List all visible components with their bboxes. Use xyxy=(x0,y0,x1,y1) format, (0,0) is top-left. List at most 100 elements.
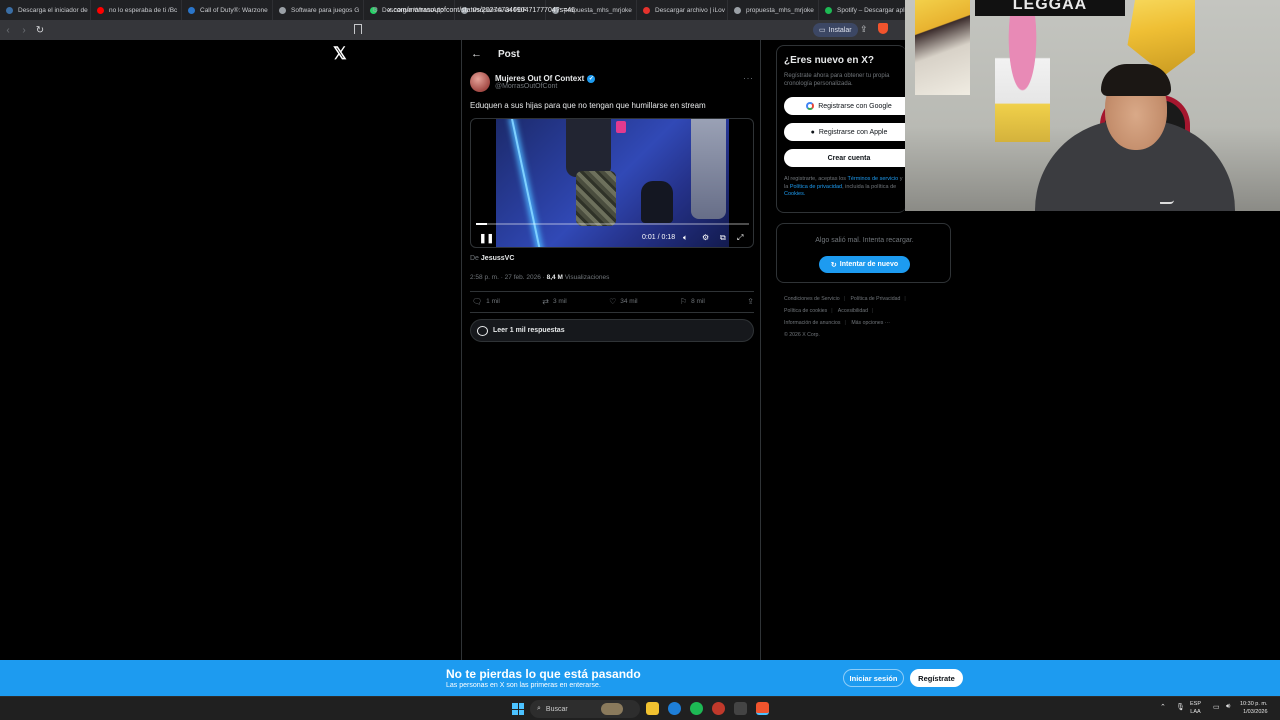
back-button[interactable]: ‹ xyxy=(0,22,16,38)
apple-label: Registrarse con Apple xyxy=(818,128,888,136)
cookies-link[interactable]: Cookies. xyxy=(784,191,805,197)
post-header: ← Post xyxy=(462,46,520,62)
post-timestamp[interactable]: 2:58 p. m. · 27 feb. 2026 · xyxy=(470,274,545,281)
footer-separator: | xyxy=(872,308,874,314)
search-icon: ⌕ xyxy=(537,705,541,712)
repost-count: 3 mil xyxy=(552,298,567,305)
video-frame xyxy=(496,119,729,247)
pause-icon[interactable]: ❚❚ xyxy=(479,233,494,244)
reply-button[interactable]: 🗨︎ 1 mil xyxy=(472,297,500,306)
chrome-icon[interactable] xyxy=(712,702,725,715)
settings-icon[interactable]: ⚙ xyxy=(702,233,709,242)
browser-tab[interactable]: Call of Duty®: Warzone xyxy=(182,0,273,20)
fullscreen-icon[interactable]: ⤢ xyxy=(737,233,743,243)
language-indicator[interactable]: ESP LAA xyxy=(1190,700,1201,716)
microphone-icon[interactable]: 🎙︎ xyxy=(1176,703,1185,711)
repost-button[interactable]: ⇄ 3 mil xyxy=(542,297,566,306)
bookmark-icon[interactable] xyxy=(354,24,362,34)
register-button[interactable]: Regístrate xyxy=(910,669,963,687)
poster-art xyxy=(995,12,1050,142)
windows-start-icon[interactable] xyxy=(512,703,524,715)
views-label: Visualizaciones xyxy=(564,274,610,281)
volume-icon[interactable]: 🔈︎ xyxy=(683,233,688,243)
read-replies-button[interactable]: Leer 1 mil respuestas xyxy=(470,319,754,342)
taskbar-clock[interactable]: 10:30 p. m. 1/03/2026 xyxy=(1240,700,1268,716)
author-name[interactable]: Mujeres Out Of Context xyxy=(495,74,584,83)
retry-button[interactable]: ↻ Intentar de nuevo xyxy=(819,256,910,273)
divider xyxy=(470,312,754,313)
search-placeholder: Buscar xyxy=(545,705,568,713)
browser-tab[interactable]: Descarga el iniciador de xyxy=(0,0,91,20)
signup-google-button[interactable]: Registrarse con Google xyxy=(784,97,914,115)
brave-icon[interactable] xyxy=(756,702,769,715)
signup-subtitle: Regístrate ahora para obtener tu propia … xyxy=(784,73,890,87)
edge-icon[interactable] xyxy=(668,702,681,715)
footer-separator: | xyxy=(831,308,833,314)
footer-link[interactable]: Política de cookies xyxy=(784,308,827,314)
from-prefix: De xyxy=(470,255,479,262)
signup-apple-button[interactable]: ● Registrarse con Apple xyxy=(784,123,914,141)
login-banner: No te pierdas lo que está pasando Las pe… xyxy=(0,660,1280,696)
video-figure xyxy=(576,171,616,226)
picture-in-picture-icon[interactable]: ⧉ xyxy=(720,233,726,243)
site-info-icon[interactable]: ⚙ xyxy=(372,6,380,14)
calculator-icon[interactable] xyxy=(734,702,747,715)
brave-shield-icon[interactable] xyxy=(878,23,888,34)
more-options-link[interactable]: Más opciones ··· xyxy=(851,320,890,326)
reply-count: 1 mil xyxy=(486,298,500,305)
footer-link[interactable]: Accesibilidad xyxy=(838,308,868,314)
terms-link[interactable]: Términos de servicio xyxy=(848,176,899,182)
avatar[interactable] xyxy=(470,72,490,92)
browser-tab[interactable]: Software para juegos G xyxy=(273,0,364,20)
footer-links: Condiciones de Servicio | Política de Pri… xyxy=(784,293,954,341)
signup-legal: Al registrarte, aceptas los Términos de … xyxy=(784,176,908,199)
back-arrow-icon[interactable]: ← xyxy=(471,48,485,60)
share-button[interactable]: ⇪ xyxy=(747,297,754,306)
file-explorer-icon[interactable] xyxy=(646,702,659,715)
address-bar[interactable]: ⚙ x.com/morrasoutofcont/status/202747346… xyxy=(372,2,852,18)
like-count: 34 mil xyxy=(620,298,638,305)
retry-label: Intentar de nuevo xyxy=(839,261,899,268)
video-light-beam xyxy=(511,119,545,247)
bookmark-button[interactable]: ⚐ 8 mil xyxy=(680,297,705,306)
author-name-row[interactable]: Mujeres Out Of Context ✓ xyxy=(495,74,596,83)
footer-link[interactable]: Condiciones de Servicio xyxy=(784,296,840,302)
reply-icon: 🗨︎ xyxy=(472,297,483,306)
search-highlight-icon xyxy=(600,703,623,715)
more-options-icon[interactable]: ··· xyxy=(743,73,754,83)
read-replies-label: Leer 1 mil respuestas xyxy=(493,327,565,334)
taskbar-search[interactable]: ⌕ Buscar xyxy=(530,700,640,718)
install-app-button[interactable]: ▭ Instalar xyxy=(813,23,858,37)
browser-tab[interactable]: no lo esperaba de ti /Bc xyxy=(91,0,182,20)
verified-badge-icon: ✓ xyxy=(587,74,596,83)
share-icon[interactable]: ⇪ xyxy=(860,24,868,35)
divider xyxy=(470,291,754,292)
language-code: ESP xyxy=(1190,701,1202,707)
create-account-button[interactable]: Crear cuenta xyxy=(784,149,914,167)
post-author[interactable]: Mujeres Out Of Context ✓ @MorrasOutOfCon… xyxy=(470,72,596,92)
banner-title: No te pierdas lo que está pasando xyxy=(446,667,641,681)
tray-chevron-icon[interactable]: ⌃ xyxy=(1160,703,1166,711)
volume-icon[interactable]: 🔊︎ xyxy=(1226,703,1230,711)
webcam-overlay: LEGGAA xyxy=(905,0,1280,211)
video-figure xyxy=(566,119,611,177)
privacy-link[interactable]: Política de privacidad xyxy=(790,184,842,190)
footer-link[interactable]: Política de Privacidad xyxy=(850,296,900,302)
reload-button[interactable]: ↻ xyxy=(32,22,48,38)
windows-taskbar: ⌕ Buscar ⌃ 🎙︎ ESP LAA ▭ 🔊︎ 10:30 p. m. 1… xyxy=(0,696,1280,720)
speech-bubble-icon xyxy=(477,325,488,336)
video-player[interactable]: ❚❚ 0:01 / 0:18 🔈︎ ⚙ ⧉ ⤢ xyxy=(470,118,754,248)
legal-mid: , incluida la política de xyxy=(842,183,897,190)
spotify-icon[interactable] xyxy=(690,702,703,715)
repost-icon: ⇄ xyxy=(542,297,549,306)
network-icon[interactable]: ▭ xyxy=(1213,703,1220,711)
forward-button[interactable]: › xyxy=(16,22,32,38)
video-figure xyxy=(641,181,673,223)
from-user-link[interactable]: JesussVC xyxy=(481,255,514,262)
like-button[interactable]: ♡ 34 mil xyxy=(609,297,638,306)
video-progress-bar[interactable] xyxy=(476,223,749,225)
footer-link[interactable]: Información de anuncios xyxy=(784,320,841,326)
login-button[interactable]: Iniciar sesión xyxy=(843,669,904,687)
author-handle[interactable]: @MorrasOutOfCont xyxy=(495,83,595,90)
x-logo-icon[interactable]: 𝕏 xyxy=(333,45,349,63)
